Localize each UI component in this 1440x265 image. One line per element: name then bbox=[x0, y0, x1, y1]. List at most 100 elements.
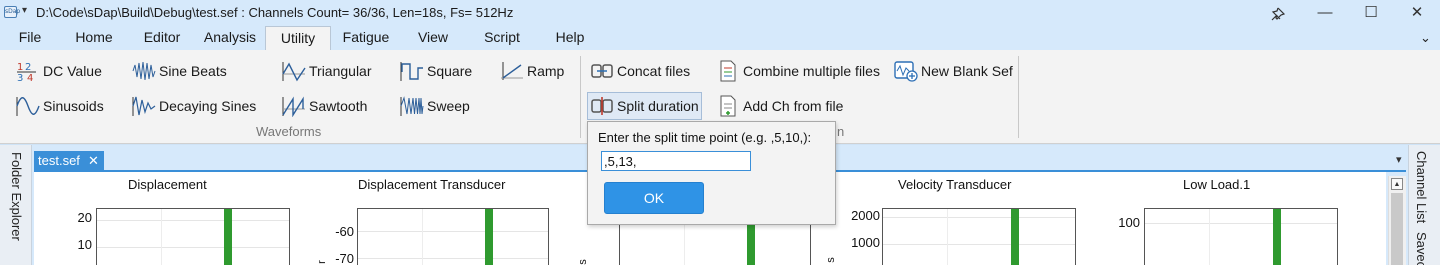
y-tick-label: 2000 bbox=[851, 208, 880, 223]
tab-file[interactable]: File bbox=[8, 26, 52, 50]
ok-button[interactable]: OK bbox=[604, 182, 704, 214]
svg-text:2: 2 bbox=[25, 62, 31, 73]
split-duration-button[interactable]: Split duration bbox=[587, 92, 702, 120]
signal-trace bbox=[1273, 209, 1281, 265]
plot-area[interactable] bbox=[882, 208, 1076, 265]
pin-button[interactable] bbox=[1254, 0, 1300, 26]
sine-beats-label: Sine Beats bbox=[159, 63, 227, 79]
tab-home[interactable]: Home bbox=[66, 26, 122, 50]
signal-trace bbox=[1011, 209, 1019, 265]
y-tick-label: 1000 bbox=[851, 235, 880, 250]
sweep-button[interactable]: Sweep bbox=[400, 94, 470, 118]
split-duration-label: Split duration bbox=[617, 98, 699, 114]
channel-list-tab[interactable]: Channel List bbox=[1414, 151, 1429, 223]
y-tick-label: 20 bbox=[77, 210, 92, 225]
tab-view[interactable]: View bbox=[410, 26, 456, 50]
decaying-sines-label: Decaying Sines bbox=[159, 98, 257, 114]
triangular-wave-icon bbox=[282, 60, 306, 82]
y-tick-label: -60 bbox=[335, 224, 354, 239]
sinusoids-button[interactable]: Sinusoids bbox=[16, 94, 104, 118]
plot-area[interactable] bbox=[96, 208, 290, 265]
tab-list-dropdown-icon[interactable]: ▾ bbox=[1396, 153, 1402, 166]
new-blank-icon bbox=[894, 60, 918, 82]
signal-trace bbox=[485, 209, 493, 265]
add-ch-from-file-button[interactable]: Add Ch from file bbox=[716, 94, 843, 118]
y-axis-label: r bbox=[315, 260, 328, 264]
waveforms-group-label: Waveforms bbox=[256, 124, 322, 139]
scroll-thumb[interactable] bbox=[1391, 193, 1403, 265]
split-prompt-label: Enter the split time point (e.g. ,5,10,)… bbox=[598, 130, 812, 145]
concat-files-label: Concat files bbox=[617, 63, 691, 79]
files-group-label: n bbox=[837, 124, 845, 139]
plot-area[interactable] bbox=[1144, 208, 1338, 265]
triangular-button[interactable]: Triangular bbox=[282, 59, 372, 83]
document-tab-label: test.sef bbox=[38, 153, 80, 168]
sawtooth-icon bbox=[282, 95, 306, 118]
sweep-icon bbox=[400, 95, 424, 117]
ramp-icon bbox=[500, 60, 524, 82]
fraction-icon: 1234 bbox=[16, 60, 40, 84]
split-time-input[interactable] bbox=[601, 151, 751, 171]
ramp-label: Ramp bbox=[527, 63, 565, 79]
y-tick-label: 10 bbox=[77, 237, 92, 252]
square-wave-icon bbox=[400, 60, 424, 82]
dc-value-label: DC Value bbox=[43, 63, 102, 79]
ribbon-separator bbox=[580, 56, 581, 138]
decaying-sine-icon bbox=[132, 95, 156, 117]
folder-explorer-tab[interactable]: Folder Explorer bbox=[9, 152, 24, 241]
sine-beats-icon bbox=[132, 60, 156, 82]
app-icon[interactable]: sDap bbox=[4, 6, 20, 18]
maximize-button[interactable]: ☐ bbox=[1348, 0, 1394, 26]
tab-fatigue[interactable]: Fatigue bbox=[336, 26, 396, 50]
y-axis-label: s bbox=[576, 259, 589, 265]
sinusoids-label: Sinusoids bbox=[43, 98, 104, 114]
plot-title: Low Load.1 bbox=[1183, 177, 1251, 192]
close-button[interactable]: ✕ bbox=[1394, 0, 1440, 26]
svg-text:3: 3 bbox=[17, 73, 23, 82]
minimize-button[interactable]: — bbox=[1302, 0, 1348, 26]
decaying-sines-button[interactable]: Decaying Sines bbox=[132, 94, 256, 118]
plot-title: Displacement Transducer bbox=[358, 177, 506, 192]
sawtooth-label: Sawtooth bbox=[309, 98, 368, 114]
tab-help[interactable]: Help bbox=[546, 26, 594, 50]
combine-files-label: Combine multiple files bbox=[743, 63, 880, 79]
split-icon bbox=[590, 95, 614, 117]
concat-files-button[interactable]: Concat files bbox=[590, 59, 690, 83]
y-tick-label: 100 bbox=[1118, 215, 1140, 230]
combine-files-icon bbox=[716, 60, 740, 82]
scroll-up-icon[interactable]: ▲ bbox=[1391, 178, 1403, 190]
sine-beats-button[interactable]: Sine Beats bbox=[132, 59, 227, 83]
close-tab-icon[interactable]: ✕ bbox=[88, 151, 99, 171]
add-channel-icon bbox=[716, 95, 740, 117]
sinusoid-icon bbox=[16, 95, 40, 117]
ribbon-separator bbox=[1018, 56, 1019, 138]
tab-utility[interactable]: Utility bbox=[265, 26, 331, 50]
ramp-button[interactable]: Ramp bbox=[500, 59, 564, 83]
svg-text:1: 1 bbox=[17, 62, 23, 73]
quick-access-dropdown-icon[interactable]: ▾ bbox=[22, 5, 27, 16]
window-title: D:\Code\sDap\Build\Debug\test.sef : Chan… bbox=[36, 5, 514, 20]
square-button[interactable]: Square bbox=[400, 59, 472, 83]
new-blank-sef-button[interactable]: New Blank Sef bbox=[894, 59, 1013, 83]
tab-analysis[interactable]: Analysis bbox=[200, 26, 260, 50]
add-ch-from-file-label: Add Ch from file bbox=[743, 98, 844, 114]
saved-tab[interactable]: Savec bbox=[1414, 232, 1429, 265]
plot-title: Velocity Transducer bbox=[898, 177, 1012, 192]
signal-trace bbox=[224, 209, 232, 265]
dc-value-button[interactable]: 1234 DC Value bbox=[16, 59, 102, 84]
sawtooth-button[interactable]: Sawtooth bbox=[282, 94, 367, 118]
y-axis-label: s bbox=[824, 257, 837, 263]
new-blank-sef-label: New Blank Sef bbox=[921, 63, 1013, 79]
tab-script[interactable]: Script bbox=[476, 26, 528, 50]
plot-area[interactable] bbox=[357, 208, 549, 265]
combine-files-button[interactable]: Combine multiple files bbox=[716, 59, 880, 83]
concat-icon bbox=[590, 60, 614, 82]
ribbon-collapse-icon[interactable]: ⌄ bbox=[1420, 30, 1431, 46]
triangular-label: Triangular bbox=[309, 63, 372, 79]
sweep-label: Sweep bbox=[427, 98, 470, 114]
plot-title: Displacement bbox=[128, 177, 207, 192]
tab-editor[interactable]: Editor bbox=[134, 26, 190, 50]
svg-text:4: 4 bbox=[27, 73, 33, 82]
pin-icon bbox=[1271, 7, 1286, 21]
square-label: Square bbox=[427, 63, 473, 79]
